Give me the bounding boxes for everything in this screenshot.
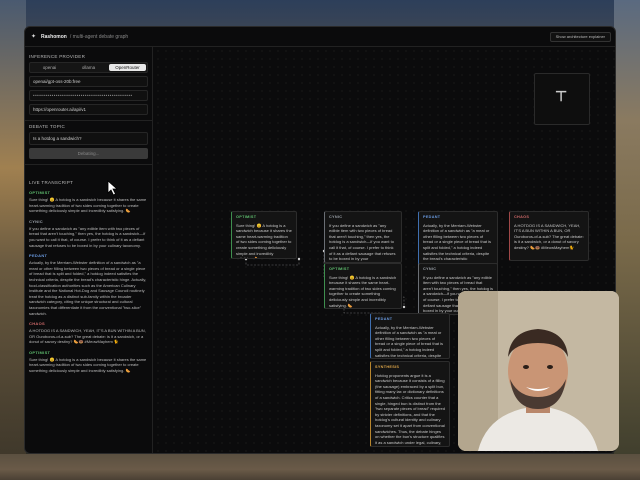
desktop-background-bottom — [0, 454, 640, 480]
divider — [25, 120, 152, 121]
node-text: Actually, by the Merriam-Webster definit… — [423, 222, 492, 262]
breadcrumb: / multi-agent debate graph — [69, 33, 129, 40]
model-input[interactable]: openai/gpt-oss-20b:free — [29, 76, 148, 87]
node-pedant-2[interactable]: PEDANT Actually, by the Merriam-Webster … — [370, 313, 450, 359]
tab-ollama[interactable]: ollama — [70, 64, 107, 71]
node-agent-label: PEDANT — [423, 215, 441, 219]
node-agent-label: SYNTHESIS — [375, 365, 400, 369]
node-agent-label: OPTIMIST — [329, 267, 350, 271]
node-text: If you define a sandwich as "any edible … — [329, 222, 396, 262]
app-name: Rashomon — [41, 33, 67, 40]
mouse-cursor-icon — [107, 180, 119, 196]
node-text: Sure thing! 😊 A hotdog is a sandwich bec… — [236, 222, 292, 259]
node-synthesis[interactable]: SYNTHESIS Hotdog proponents argue it is … — [370, 361, 450, 447]
transcript-text: Actually, by the Merriam-Webster definit… — [29, 260, 147, 316]
topic-input[interactable]: Is a hotdog a sandwich? — [29, 132, 148, 145]
topic-section-label: DEBATE TOPIC — [29, 124, 66, 129]
node-optimist-2[interactable]: OPTIMIST Sure thing! 😊 A hotdog is a san… — [324, 263, 402, 309]
api-key-input[interactable]: ••••••••••••••••••••••••••••••••••••••••… — [29, 90, 148, 101]
transcript-section-label: LIVE TRANSCRIPT — [29, 180, 74, 185]
title-bar: ✦ Rashomon / multi-agent debate graph Sh… — [25, 27, 615, 47]
node-text: Hotdog proponents argue it is a sandwich… — [375, 372, 445, 446]
transcript-agent-label: OPTIMIST — [29, 349, 51, 355]
transcript-agent-label: OPTIMIST — [29, 190, 51, 195]
node-agent-label: PEDANT — [375, 317, 393, 321]
debating-button[interactable]: Debating... — [29, 148, 148, 159]
transcript-entry: OPTIMIST Sure thing! 😊 A hotdog is a san… — [29, 190, 147, 214]
provider-tabs: openai ollama OpenRouter — [29, 62, 148, 73]
tab-openrouter[interactable]: OpenRouter — [109, 64, 146, 71]
person-video-icon — [458, 291, 619, 451]
transcript-entry: OPTIMIST Sure thing! 😊 A hotdog is a san… — [29, 350, 147, 374]
transcript-entry: CHAOS A HOTDOG IS A SANDWICH, YEAH, IT'S… — [29, 321, 147, 345]
show-explainer-button[interactable]: Show architecture explainer — [549, 32, 611, 42]
transcript-entry: PEDANT Actually, by the Merriam-Webster … — [29, 253, 147, 316]
node-text: Sure thing! 😊 A hotdog is a sandwich bec… — [329, 274, 397, 308]
desktop-background-left — [0, 0, 26, 480]
base-url-input[interactable]: https://openrouter.ai/api/v1 — [29, 104, 148, 115]
transcript-text: Sure thing! 😊 A hotdog is a sandwich bec… — [29, 197, 147, 214]
transcript-entry: CYNIC If you define a sandwich as "any e… — [29, 219, 147, 248]
provider-section-label: INFERENCE PROVIDER — [29, 54, 86, 59]
transcript-text: If you define a sandwich as "any edible … — [29, 225, 146, 248]
webcam-overlay — [458, 291, 619, 451]
transcript-agent-label: CHAOS — [29, 321, 45, 327]
node-agent-label: OPTIMIST — [236, 215, 257, 219]
transcript-text: Sure thing! 😊 A hotdog is a sandwich bec… — [29, 356, 147, 374]
tab-openai[interactable]: openai — [31, 64, 68, 71]
transcript-agent-label: PEDANT — [29, 253, 48, 259]
transcript-agent-label: CYNIC — [29, 218, 43, 224]
transcript-text: A HOTDOG IS A SANDWICH, YEAH, IT'S A BUN… — [29, 328, 146, 345]
live-transcript: LIVE TRANSCRIPT OPTIMIST Sure thing! 😊 A… — [29, 177, 147, 379]
node-agent-label: CHAOS — [514, 215, 530, 219]
node-chaos-1[interactable]: CHAOS A HOTDOG IS A SANDWICH, YEAH, IT'S… — [509, 211, 589, 261]
minimap-marker-icon: ⊤ — [555, 88, 568, 104]
divider — [25, 164, 152, 165]
node-agent-label: CYNIC — [423, 267, 437, 271]
node-optimist-1[interactable]: OPTIMIST Sure thing! 😊 A hotdog is a san… — [231, 211, 297, 259]
app-logo-icon: ✦ — [31, 33, 37, 40]
node-agent-label: CYNIC — [329, 215, 343, 219]
minimap[interactable]: ⊤ — [534, 73, 590, 125]
node-text: A HOTDOG IS A SANDWICH, YEAH, IT'S A BUN… — [514, 222, 584, 250]
node-cynic-1[interactable]: CYNIC If you define a sandwich as "any e… — [324, 211, 402, 263]
node-text: Actually, by the Merriam-Webster definit… — [375, 324, 444, 358]
